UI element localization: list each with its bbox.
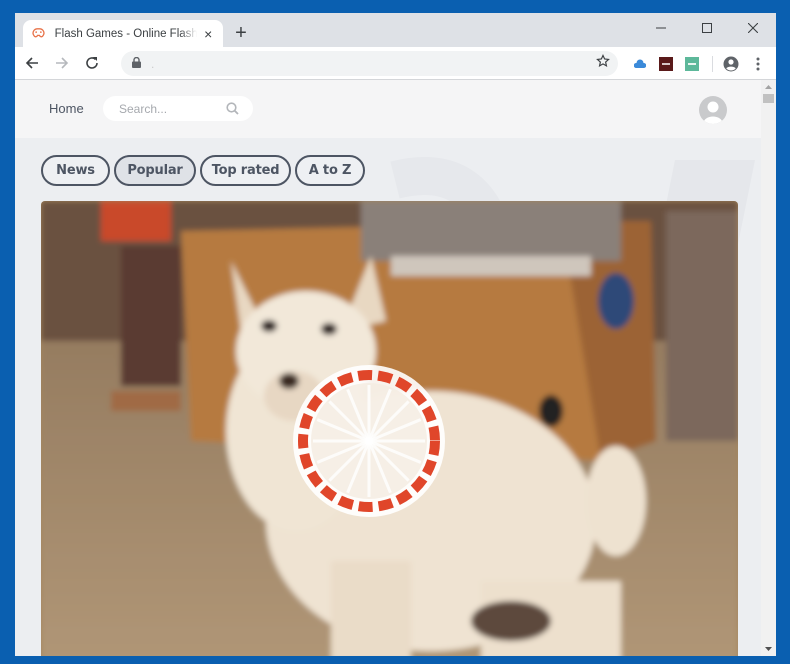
cloud-extension-icon[interactable] xyxy=(632,56,648,72)
minimize-icon[interactable] xyxy=(638,13,684,43)
home-link[interactable]: Home xyxy=(49,101,84,116)
tab-title: Flash Games - Online Flash Games xyxy=(54,27,198,40)
lock-icon xyxy=(132,55,141,73)
scroll-up-arrow-icon[interactable] xyxy=(761,80,776,94)
star-icon[interactable] xyxy=(596,54,610,73)
filter-label: Popular xyxy=(127,163,183,178)
filter-label: News xyxy=(56,163,95,178)
filter-label: Top rated xyxy=(211,163,280,178)
browser-toolbar: . xyxy=(15,47,776,80)
user-avatar-icon[interactable] xyxy=(699,96,727,124)
maximize-icon[interactable] xyxy=(684,13,730,43)
gamepad-icon xyxy=(31,26,47,42)
account-circle-icon[interactable] xyxy=(723,56,739,72)
game-preview-image[interactable] xyxy=(41,201,738,656)
browser-tab[interactable]: Flash Games - Online Flash Games × xyxy=(23,20,223,47)
loading-spinner xyxy=(293,365,445,517)
plus-icon[interactable]: + xyxy=(232,23,250,43)
address-bar[interactable]: . xyxy=(121,51,618,76)
scroll-down-arrow-icon[interactable] xyxy=(761,642,776,656)
filter-top-rated[interactable]: Top rated xyxy=(200,155,291,186)
search-input[interactable] xyxy=(119,101,219,116)
filter-news[interactable]: News xyxy=(41,155,110,186)
page-viewport: Home News Popular Top rated A to Z xyxy=(15,80,761,656)
search-box xyxy=(103,96,253,121)
search-icon[interactable] xyxy=(226,102,239,120)
filter-tabs: News Popular Top rated A to Z xyxy=(41,155,369,186)
close-icon[interactable]: × xyxy=(201,27,215,41)
reload-icon[interactable] xyxy=(79,50,105,76)
filter-a-to-z[interactable]: A to Z xyxy=(295,155,365,186)
site-header: Home xyxy=(15,80,761,138)
browser-window: Flash Games - Online Flash Games × + xyxy=(15,13,776,656)
kebab-menu-icon[interactable] xyxy=(750,56,766,72)
scrollbar-thumb[interactable] xyxy=(763,94,774,103)
teal-extension-icon[interactable] xyxy=(684,56,700,72)
toolbar-divider xyxy=(712,56,713,72)
tab-strip: Flash Games - Online Flash Games × + xyxy=(15,13,776,47)
close-icon[interactable] xyxy=(730,13,776,43)
vertical-scrollbar[interactable] xyxy=(761,80,776,656)
window-controls xyxy=(638,13,776,43)
filter-popular[interactable]: Popular xyxy=(114,155,196,186)
arrow-left-icon[interactable] xyxy=(19,50,45,76)
dark-red-extension-icon[interactable] xyxy=(658,56,674,72)
filter-label: A to Z xyxy=(308,163,352,178)
arrow-right-icon[interactable] xyxy=(49,50,75,76)
url-text[interactable]: . xyxy=(151,57,596,71)
